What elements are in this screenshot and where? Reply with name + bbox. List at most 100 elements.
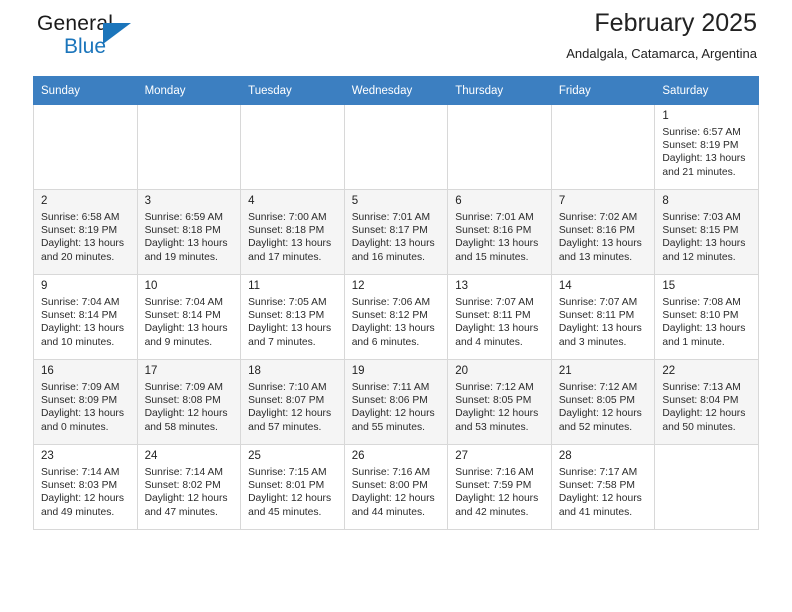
day-details: Sunrise: 7:15 AM Sunset: 8:01 PM Daylight:… [248,466,338,519]
sunrise-text: Sunrise: 7:14 AM [144,467,223,478]
daylight-text: Daylight: 12 hours and 45 minutes. [248,493,332,518]
sunset-text: Sunset: 8:18 PM [144,225,221,237]
sunset-text: Sunset: 8:10 PM [662,310,739,322]
day-details: Sunrise: 6:57 AM Sunset: 8:19 PM Daylight:… [662,126,752,179]
day-number: 17 [144,365,158,377]
day-cell-content: 27 Sunrise: 7:16 AM Sunset: 7:59 PM Dayligh… [448,445,551,519]
calendar-day-cell[interactable]: 2 Sunrise: 6:58 AM Sunset: 8:19 PM Daylight… [33,189,138,275]
day-cell-content: 14 Sunrise: 7:07 AM Sunset: 8:11 PM Dayligh… [552,275,655,349]
daylight-text: Daylight: 12 hours and 57 minutes. [248,408,332,433]
sunrise-text: Sunrise: 7:00 AM [248,212,327,223]
day-cell-content: 1 Sunrise: 6:57 AM Sunset: 8:19 PM Daylight… [655,105,758,179]
sunset-text: Sunset: 8:05 PM [558,395,635,407]
page-subtitle: Andalgala, Catamarca, Argentina [566,46,757,61]
sunrise-text: Sunrise: 7:05 AM [248,297,327,308]
general-blue-logo[interactable]: General Blue [37,12,157,64]
calendar-day-cell[interactable]: 12 Sunrise: 7:06 AM Sunset: 8:12 PM Dayligh… [343,274,449,360]
day-details: Sunrise: 7:08 AM Sunset: 8:10 PM Daylight:… [662,296,752,349]
calendar-day-cell[interactable]: 26 Sunrise: 7:16 AM Sunset: 8:00 PM Dayligh… [343,444,449,530]
sunset-text: Sunset: 8:09 PM [41,395,118,407]
sunset-text: Sunset: 8:11 PM [558,310,635,322]
calendar-day-cell[interactable]: 11 Sunrise: 7:05 AM Sunset: 8:13 PM Dayligh… [240,274,345,360]
calendar-day-cell[interactable]: 9 Sunrise: 7:04 AM Sunset: 8:14 PM Daylight… [33,274,138,360]
sunrise-text: Sunrise: 7:15 AM [248,467,327,478]
calendar-day-cell[interactable]: 14 Sunrise: 7:07 AM Sunset: 8:11 PM Dayligh… [550,274,656,360]
calendar-day-cell[interactable]: 3 Sunrise: 6:59 AM Sunset: 8:18 PM Daylight… [136,189,242,275]
day-number: 18 [248,365,261,377]
calendar-day-cell[interactable]: 28 Sunrise: 7:17 AM Sunset: 7:58 PM Dayligh… [550,444,656,530]
sunrise-text: Sunrise: 7:07 AM [455,297,534,308]
sunrise-text: Sunrise: 7:14 AM [41,467,120,478]
day-cell-content: 24 Sunrise: 7:14 AM Sunset: 8:02 PM Dayligh… [138,445,241,519]
sunrise-text: Sunrise: 7:16 AM [455,467,534,478]
calendar-day-cell[interactable]: 6 Sunrise: 7:01 AM Sunset: 8:16 PM Daylight… [447,189,552,275]
calendar-day-cell[interactable]: 8 Sunrise: 7:03 AM Sunset: 8:15 PM Daylight… [654,189,759,275]
daylight-text: Daylight: 12 hours and 58 minutes. [144,408,228,433]
calendar-day-cell[interactable]: 23 Sunrise: 7:14 AM Sunset: 8:03 PM Dayligh… [33,444,138,530]
sunset-text: Sunset: 8:01 PM [248,480,325,492]
weekday-header-monday: Monday [136,76,242,105]
calendar-day-cell[interactable]: 20 Sunrise: 7:12 AM Sunset: 8:05 PM Dayligh… [447,359,552,445]
daylight-text: Daylight: 12 hours and 49 minutes. [41,493,124,518]
weekday-header-saturday: Saturday [654,76,759,105]
calendar-day-cell[interactable]: 13 Sunrise: 7:07 AM Sunset: 8:11 PM Dayligh… [447,274,552,360]
day-cell-content: 15 Sunrise: 7:08 AM Sunset: 8:10 PM Dayligh… [655,275,758,349]
daylight-text: Daylight: 13 hours and 6 minutes. [351,323,435,348]
day-number: 13 [455,280,469,292]
day-cell-content: 8 Sunrise: 7:03 AM Sunset: 8:15 PM Daylight… [655,190,758,264]
calendar-cell-empty [447,104,552,190]
sunrise-text: Sunrise: 7:08 AM [662,297,741,308]
daylight-text: Daylight: 13 hours and 16 minutes. [351,238,435,263]
day-cell-content: 23 Sunrise: 7:14 AM Sunset: 8:03 PM Dayligh… [34,445,137,519]
calendar-day-cell[interactable]: 16 Sunrise: 7:09 AM Sunset: 8:09 PM Dayligh… [33,359,138,445]
calendar-day-cell[interactable]: 27 Sunrise: 7:16 AM Sunset: 7:59 PM Dayligh… [447,444,552,530]
day-cell-content: 10 Sunrise: 7:04 AM Sunset: 8:14 PM Dayligh… [138,275,241,349]
day-details: Sunrise: 7:04 AM Sunset: 8:14 PM Daylight:… [41,296,131,349]
logo-triangle-icon [103,23,131,44]
daylight-text: Daylight: 13 hours and 3 minutes. [558,323,642,348]
day-details: Sunrise: 7:01 AM Sunset: 8:16 PM Daylight:… [455,211,545,264]
day-cell-content: 13 Sunrise: 7:07 AM Sunset: 8:11 PM Dayligh… [448,275,551,349]
calendar-day-cell[interactable]: 4 Sunrise: 7:00 AM Sunset: 8:18 PM Daylight… [240,189,345,275]
calendar-day-cell[interactable]: 15 Sunrise: 7:08 AM Sunset: 8:10 PM Dayligh… [654,274,759,360]
day-details: Sunrise: 7:01 AM Sunset: 8:17 PM Daylight:… [352,211,442,264]
day-number: 27 [455,450,469,462]
day-cell-content: 5 Sunrise: 7:01 AM Sunset: 8:17 PM Daylight… [345,190,448,264]
day-number: 22 [662,365,676,377]
calendar-day-cell[interactable]: 24 Sunrise: 7:14 AM Sunset: 8:02 PM Dayligh… [136,444,242,530]
calendar-day-cell[interactable]: 17 Sunrise: 7:09 AM Sunset: 8:08 PM Dayligh… [136,359,242,445]
calendar-day-cell[interactable]: 25 Sunrise: 7:15 AM Sunset: 8:01 PM Dayligh… [240,444,345,530]
calendar-day-cell[interactable]: 7 Sunrise: 7:02 AM Sunset: 8:16 PM Daylight… [550,189,656,275]
day-cell-content: 21 Sunrise: 7:12 AM Sunset: 8:05 PM Dayligh… [552,360,655,434]
day-number: 19 [351,365,365,377]
calendar-cell-empty [33,104,138,190]
day-details: Sunrise: 7:05 AM Sunset: 8:13 PM Daylight:… [248,296,338,349]
calendar-day-cell[interactable]: 18 Sunrise: 7:10 AM Sunset: 8:07 PM Dayligh… [240,359,345,445]
title-block: February 2025 Andalgala, Catamarca, Arge… [566,8,757,64]
sunset-text: Sunset: 8:16 PM [558,225,635,237]
calendar-week-row: 16 Sunrise: 7:09 AM Sunset: 8:09 PM Dayligh… [33,359,759,445]
day-cell-content: 11 Sunrise: 7:05 AM Sunset: 8:13 PM Dayligh… [241,275,344,349]
sunrise-text: Sunrise: 7:06 AM [351,297,431,308]
sunset-text: Sunset: 8:06 PM [351,395,428,407]
day-details: Sunrise: 7:17 AM Sunset: 7:58 PM Daylight:… [559,466,649,519]
calendar-day-cell[interactable]: 5 Sunrise: 7:01 AM Sunset: 8:17 PM Daylight… [343,189,449,275]
calendar-day-cell[interactable]: 21 Sunrise: 7:12 AM Sunset: 8:05 PM Dayligh… [550,359,656,445]
day-cell-content: 25 Sunrise: 7:15 AM Sunset: 8:01 PM Dayligh… [241,445,344,519]
sunset-text: Sunset: 8:02 PM [144,480,221,492]
calendar-week-row: 2 Sunrise: 6:58 AM Sunset: 8:19 PM Daylight… [33,189,759,275]
day-number: 4 [248,195,255,207]
day-number: 21 [558,365,572,377]
calendar-day-cell[interactable]: 19 Sunrise: 7:11 AM Sunset: 8:06 PM Dayligh… [343,359,449,445]
day-details: Sunrise: 7:07 AM Sunset: 8:11 PM Daylight:… [559,296,649,349]
calendar-cell-empty [240,104,345,190]
calendar-cell-empty [654,444,759,530]
page-title: February 2025 [594,9,757,37]
day-details: Sunrise: 7:02 AM Sunset: 8:16 PM Daylight:… [559,211,649,264]
calendar-day-cell[interactable]: 10 Sunrise: 7:04 AM Sunset: 8:14 PM Dayligh… [136,274,242,360]
calendar-table: Sunday Monday Tuesday Wednesday Thursday Frid… [33,76,759,530]
calendar-day-cell[interactable]: 1 Sunrise: 6:57 AM Sunset: 8:19 PM Daylight… [654,104,759,190]
daylight-text: Daylight: 12 hours and 55 minutes. [351,408,435,433]
calendar-day-cell[interactable]: 22 Sunrise: 7:13 AM Sunset: 8:04 PM Dayligh… [654,359,759,445]
day-number: 3 [144,195,151,207]
